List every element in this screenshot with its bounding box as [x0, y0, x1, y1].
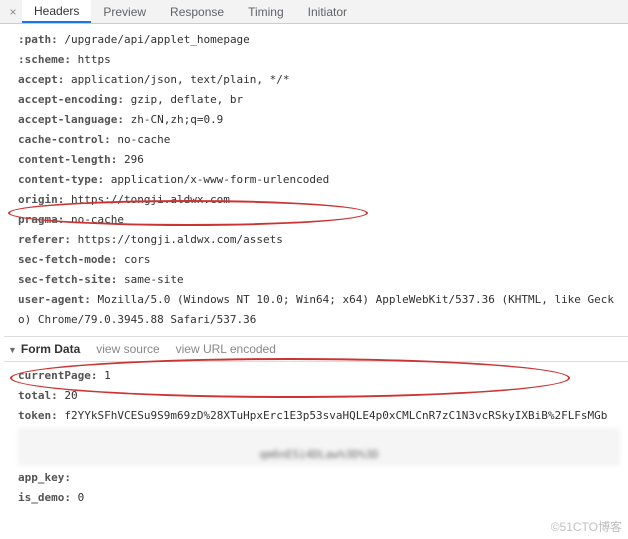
tab-response[interactable]: Response: [158, 1, 236, 22]
header-key: referer:: [18, 233, 71, 246]
form-row: currentPage: 1: [18, 366, 628, 386]
form-value: 0: [78, 491, 85, 504]
header-row: referer: https://tongji.aldwx.com/assets: [18, 230, 628, 250]
form-key: total:: [18, 389, 58, 402]
headers-panel[interactable]: :path: /upgrade/api/applet_homepage :sch…: [0, 24, 628, 534]
header-key: accept-language:: [18, 113, 124, 126]
header-key: cache-control:: [18, 133, 111, 146]
header-key: content-type:: [18, 173, 104, 186]
form-row: app_key:: [18, 468, 628, 488]
tab-initiator[interactable]: Initiator: [296, 1, 359, 22]
header-row: user-agent: Mozilla/5.0 (Windows NT 10.0…: [18, 290, 628, 330]
header-key: :path:: [18, 33, 58, 46]
form-row: total: 20: [18, 386, 628, 406]
header-key: :scheme:: [18, 53, 71, 66]
form-value: 20: [64, 389, 77, 402]
header-row: origin: https://tongji.aldwx.com: [18, 190, 628, 210]
tab-timing[interactable]: Timing: [236, 1, 296, 22]
header-row: pragma: no-cache: [18, 210, 628, 230]
header-row: accept-encoding: gzip, deflate, br: [18, 90, 628, 110]
blurred-token-region: qm6nESi4DLaw%3D%3D: [18, 428, 620, 466]
header-value: Mozilla/5.0 (Windows NT 10.0; Win64; x64…: [18, 293, 614, 326]
form-key: is_demo:: [18, 491, 71, 504]
header-value: same-site: [124, 273, 184, 286]
form-row: is_demo: 0: [18, 488, 628, 508]
devtools-tabbar: × Headers Preview Response Timing Initia…: [0, 0, 628, 24]
header-row: sec-fetch-site: same-site: [18, 270, 628, 290]
header-value: no-cache: [117, 133, 170, 146]
header-value: application/json, text/plain, */*: [71, 73, 290, 86]
header-row: cache-control: no-cache: [18, 130, 628, 150]
form-key: app_key:: [18, 471, 71, 484]
header-value: https: [78, 53, 111, 66]
header-key: user-agent:: [18, 293, 91, 306]
view-url-encoded-link[interactable]: view URL encoded: [176, 342, 276, 356]
header-row: :scheme: https: [18, 50, 628, 70]
header-row: content-length: 296: [18, 150, 628, 170]
header-key: origin:: [18, 193, 64, 206]
watermark: ©51CTO博客: [551, 518, 622, 535]
form-value: 1: [104, 369, 111, 382]
header-row: sec-fetch-mode: cors: [18, 250, 628, 270]
header-key: content-length:: [18, 153, 117, 166]
header-key: accept:: [18, 73, 64, 86]
header-row: accept-language: zh-CN,zh;q=0.9: [18, 110, 628, 130]
header-key: pragma:: [18, 213, 64, 226]
header-value: zh-CN,zh;q=0.9: [131, 113, 224, 126]
header-value: https://tongji.aldwx.com: [71, 193, 230, 206]
header-value: https://tongji.aldwx.com/assets: [78, 233, 283, 246]
header-value: /upgrade/api/applet_homepage: [64, 33, 249, 46]
form-value: f2YYkSFhVCESu9S9m69zD%28XTuHpxErc1E3p53s…: [64, 409, 607, 422]
header-value: application/x-www-form-urlencoded: [111, 173, 330, 186]
header-value: 296: [124, 153, 144, 166]
section-title: Form Data: [21, 342, 80, 356]
form-key: currentPage:: [18, 369, 97, 382]
header-key: accept-encoding:: [18, 93, 124, 106]
view-source-link[interactable]: view source: [96, 342, 159, 356]
expand-triangle-icon[interactable]: ▼Form Data: [8, 342, 80, 356]
header-value: gzip, deflate, br: [131, 93, 244, 106]
header-value: cors: [124, 253, 151, 266]
header-row: content-type: application/x-www-form-url…: [18, 170, 628, 190]
form-key: token:: [18, 409, 58, 422]
form-row: token: f2YYkSFhVCESu9S9m69zD%28XTuHpxErc…: [18, 406, 628, 426]
close-icon[interactable]: ×: [4, 5, 22, 19]
header-key: sec-fetch-site:: [18, 273, 117, 286]
header-key: sec-fetch-mode:: [18, 253, 117, 266]
tab-headers[interactable]: Headers: [22, 0, 91, 23]
header-value: no-cache: [71, 213, 124, 226]
tab-preview[interactable]: Preview: [91, 1, 158, 22]
header-row: accept: application/json, text/plain, */…: [18, 70, 628, 90]
form-data-section: ▼Form Data view source view URL encoded: [4, 336, 628, 362]
header-row: :path: /upgrade/api/applet_homepage: [18, 30, 628, 50]
